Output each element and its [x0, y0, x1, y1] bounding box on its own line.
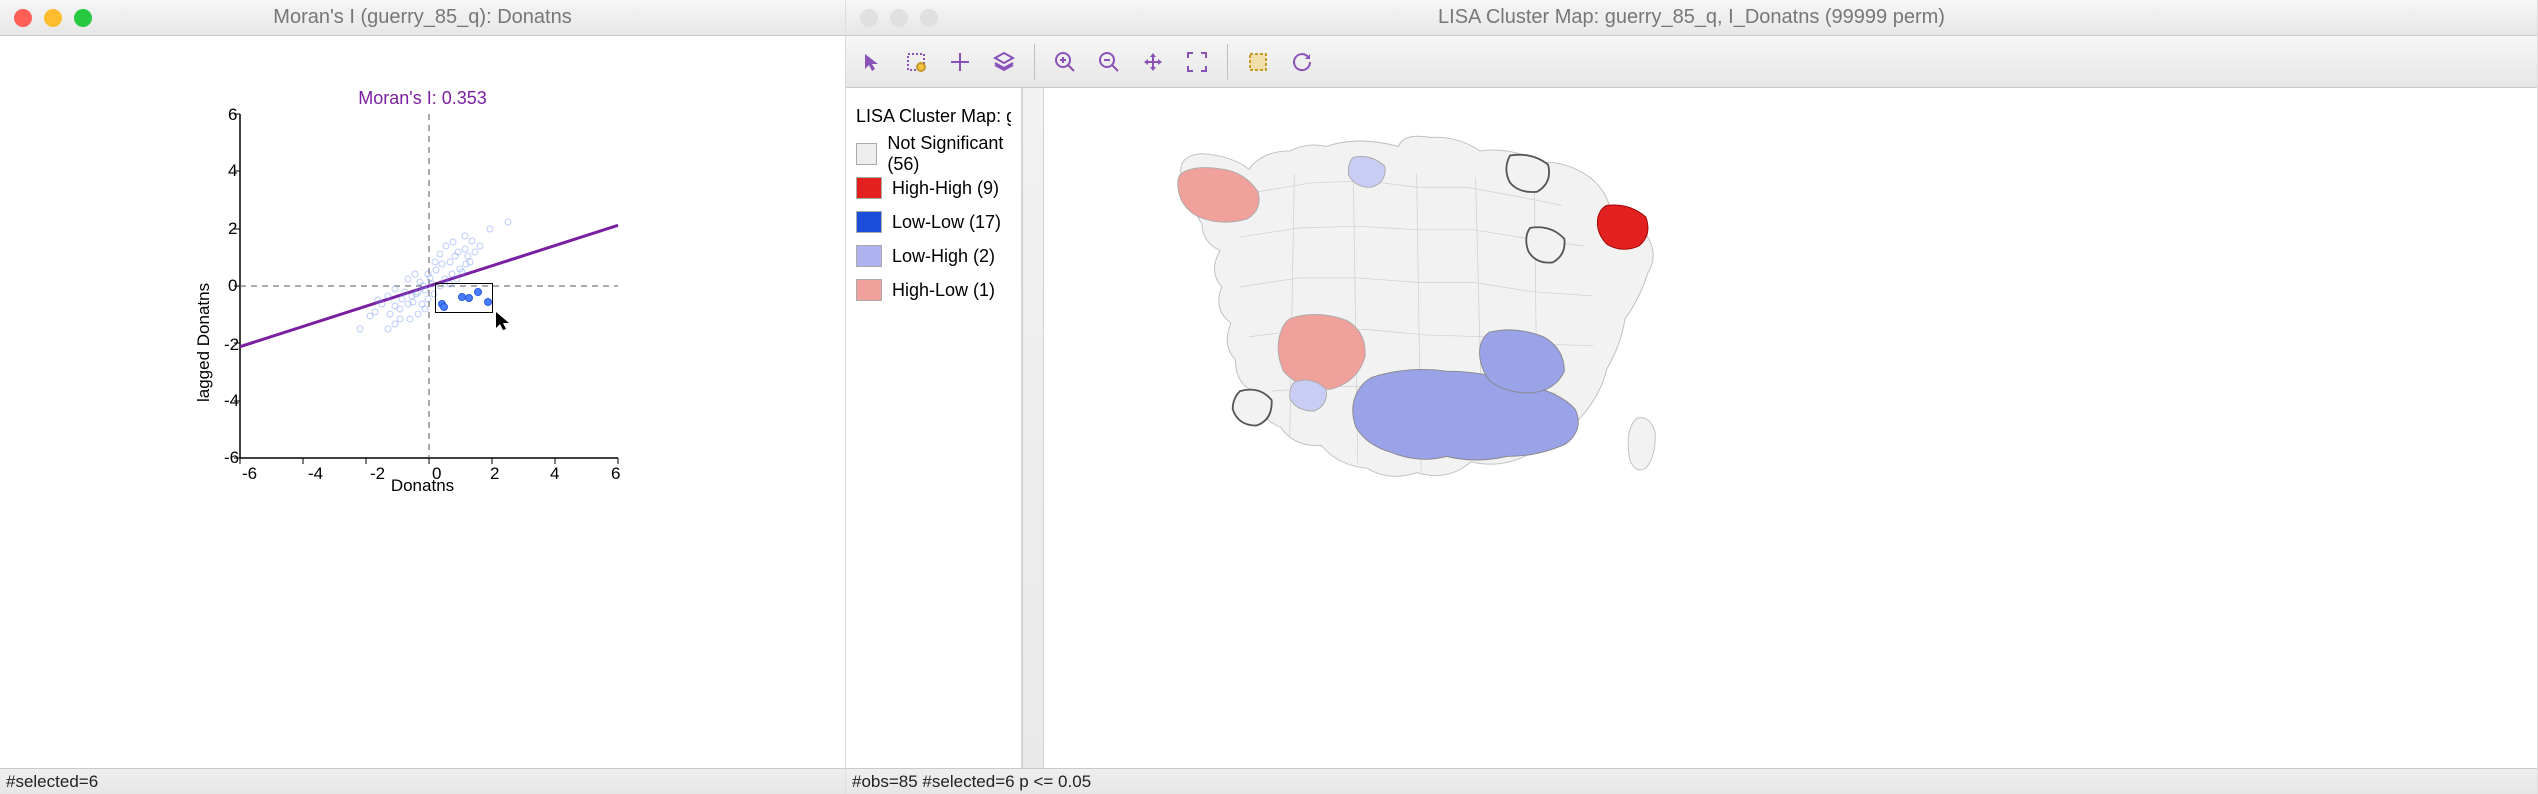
y-tick: -2	[224, 335, 239, 355]
select-tool[interactable]	[902, 48, 930, 76]
brush-rect-tool[interactable]	[1244, 48, 1272, 76]
maximize-window-button[interactable]	[920, 9, 938, 27]
legend-label: Not Significant (56)	[887, 133, 1011, 175]
france-choropleth	[1104, 103, 1684, 498]
y-axis-label: lagged Donatns	[194, 283, 214, 402]
legend-panel: LISA Cluster Map: guerry Not Significant…	[846, 88, 1022, 768]
minimize-window-button[interactable]	[890, 9, 908, 27]
statusbar-left: #selected=6	[0, 768, 845, 794]
scatter-plot-area[interactable]: Moran's I: 0.353 lagged Donatns -6 -4 -2…	[0, 36, 845, 768]
toolbar	[846, 36, 2537, 88]
statusbar-right: #obs=85 #selected=6 p <= 0.05	[846, 768, 2537, 794]
traffic-lights	[846, 9, 938, 27]
mouse-cursor-icon	[494, 310, 512, 332]
layers-tool[interactable]	[990, 48, 1018, 76]
legend-label: Low-Low (17)	[892, 212, 1001, 233]
status-text: #obs=85 #selected=6 p <= 0.05	[852, 772, 1091, 792]
x-axis-label: Donatns	[0, 476, 845, 496]
maximize-window-button[interactable]	[74, 9, 92, 27]
legend-item-high-low[interactable]: High-Low (1)	[856, 273, 1011, 307]
titlebar-left: Moran's I (guerry_85_q): Donatns	[0, 0, 845, 36]
y-tick: 6	[228, 105, 237, 125]
legend-label: Low-High (2)	[892, 246, 995, 267]
status-text: #selected=6	[6, 772, 98, 792]
legend-swatch	[856, 279, 882, 301]
close-window-button[interactable]	[14, 9, 32, 27]
add-layer-tool[interactable]	[946, 48, 974, 76]
window-title-right: LISA Cluster Map: guerry_85_q, I_Donatns…	[846, 6, 2537, 29]
toolbar-separator	[1227, 44, 1228, 80]
zoom-in-tool[interactable]	[1051, 48, 1079, 76]
legend-item-not-significant[interactable]: Not Significant (56)	[856, 137, 1011, 171]
legend-swatch	[856, 245, 882, 267]
pan-tool[interactable]	[1139, 48, 1167, 76]
legend-item-high-high[interactable]: High-High (9)	[856, 171, 1011, 205]
close-window-button[interactable]	[860, 9, 878, 27]
zoom-out-tool[interactable]	[1095, 48, 1123, 76]
legend-title: LISA Cluster Map: guerry	[856, 106, 1011, 127]
legend-swatch	[856, 177, 882, 199]
minimize-window-button[interactable]	[44, 9, 62, 27]
toolbar-separator	[1034, 44, 1035, 80]
refresh-tool[interactable]	[1288, 48, 1316, 76]
scatter-plot[interactable]	[240, 114, 618, 458]
window-title-left: Moran's I (guerry_85_q): Donatns	[0, 6, 845, 29]
lisa-map-window: LISA Cluster Map: guerry_85_q, I_Donatns…	[846, 0, 2538, 794]
legend-item-low-low[interactable]: Low-Low (17)	[856, 205, 1011, 239]
moran-i-value: Moran's I: 0.353	[0, 88, 845, 109]
map-canvas[interactable]	[1044, 88, 2537, 768]
legend-label: High-Low (1)	[892, 280, 995, 301]
titlebar-right: LISA Cluster Map: guerry_85_q, I_Donatns…	[846, 0, 2537, 36]
full-extent-tool[interactable]	[1183, 48, 1211, 76]
legend-splitter[interactable]	[1022, 88, 1044, 768]
legend-label: High-High (9)	[892, 178, 999, 199]
traffic-lights	[0, 9, 92, 27]
morans-i-window: Moran's I (guerry_85_q): Donatns Moran's…	[0, 0, 846, 794]
legend-swatch	[856, 211, 882, 233]
legend-swatch	[856, 143, 877, 165]
background-points	[357, 219, 511, 332]
legend-item-low-high[interactable]: Low-High (2)	[856, 239, 1011, 273]
selection-box[interactable]	[435, 283, 493, 313]
pointer-tool[interactable]	[858, 48, 886, 76]
